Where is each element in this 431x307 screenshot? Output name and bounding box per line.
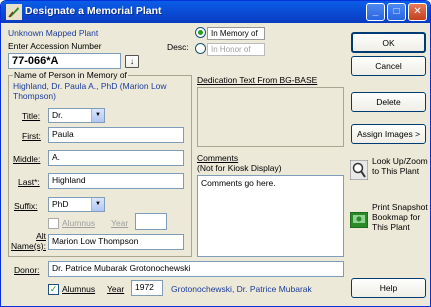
first-label: First: [22,131,41,141]
person-group-label: Name of Person in Memory of [13,70,128,80]
dedication-text-box [197,87,344,147]
leaf-icon [6,4,22,20]
middle-label: Middle: [13,154,41,164]
donor-alumnus-checkbox[interactable]: ✓ [48,284,59,295]
checkmark-icon: ✓ [49,284,58,294]
title-label: Title: [22,111,41,121]
dialog-window: Designate a Memorial Plant _ □ ✕ Unknown… [0,0,431,307]
assign-images-button[interactable]: Assign Images > [351,124,426,144]
comments-sublabel: (Not for Kiosk Display) [197,163,282,173]
last-name-input[interactable]: Highland [48,173,184,189]
donor-year-label: Year [107,284,125,294]
alt-names-label: Alt Name(s): [11,231,46,251]
accession-input[interactable]: 77-066*A [8,53,121,69]
radio-in-memory[interactable] [195,27,206,38]
donor-label: Donor: [14,265,40,275]
maximize-icon: □ [393,6,400,17]
chevron-down-icon: ▼ [91,198,104,211]
suffix-label: Suffix: [14,201,38,211]
donor-input[interactable]: Dr. Patrice Mubarak Grotonochewski [48,261,344,277]
person-alumnus-label: Alumnus [62,218,96,228]
suffix-select[interactable]: PhD ▼ [48,197,105,212]
lookup-action[interactable]: Look Up/Zoom to This Plant [350,156,430,192]
lookup-label: Look Up/Zoom to This Plant [372,156,428,176]
down-arrow-icon: ↓ [130,57,134,66]
maximize-button[interactable]: □ [387,3,406,21]
title-select-value: Dr. [52,110,63,120]
in-honor-option[interactable]: In Honor of [207,43,265,56]
donor-sort-name: Grotonochewski, Dr. Patrice Mubarak [171,284,312,294]
comments-text: Comments go here. [201,178,276,188]
first-name-input[interactable]: Paula [48,127,184,143]
help-button[interactable]: Help [351,278,426,298]
suffix-select-value: PhD [52,199,69,209]
comments-textarea[interactable]: Comments go here. [197,175,344,257]
middle-name-input[interactable]: A. [48,150,184,166]
close-icon: ✕ [413,6,422,17]
delete-button[interactable]: Delete [351,92,426,112]
alt-names-input[interactable]: Marion Low Thompson [48,234,184,250]
accession-lookup-button[interactable]: ↓ [125,55,139,68]
last-label: Last*: [18,177,40,187]
person-alumnus-checkbox[interactable] [48,218,59,229]
title-bar[interactable]: Designate a Memorial Plant _ □ ✕ [1,1,430,23]
chevron-down-icon: ▼ [91,109,104,122]
ok-button[interactable]: OK [351,32,426,53]
person-name-line: Highland, Dr. Paula A., PhD (Marion Low … [13,81,167,101]
minimize-button[interactable]: _ [366,3,385,21]
print-bookmap-label: Print Snapshot Bookmap for This Plant [372,202,428,232]
desc-label: Desc: [167,42,189,52]
donor-alumnus-label: Alumnus [62,284,96,294]
accession-label: Enter Accession Number [8,41,102,51]
minimize-icon: _ [372,6,379,17]
title-select[interactable]: Dr. ▼ [48,108,105,123]
magnifier-icon [350,160,368,180]
radio-in-honor[interactable] [195,43,206,54]
comments-label: Comments [197,153,239,163]
donor-year-input[interactable]: 1972 [131,280,163,296]
cancel-button[interactable]: Cancel [351,56,426,76]
dedication-label: Dedication Text From BG-BASE [197,75,318,85]
close-button[interactable]: ✕ [408,3,427,21]
print-bookmap-action[interactable]: Print Snapshot Bookmap for This Plant [350,202,430,246]
person-year-label: Year [111,218,129,228]
in-memory-option[interactable]: In Memory of [207,27,265,40]
plant-status-label: Unknown Mapped Plant [8,28,99,38]
window-title: Designate a Memorial Plant [25,5,162,17]
print-map-icon [350,212,368,228]
person-year-input[interactable] [135,213,167,230]
